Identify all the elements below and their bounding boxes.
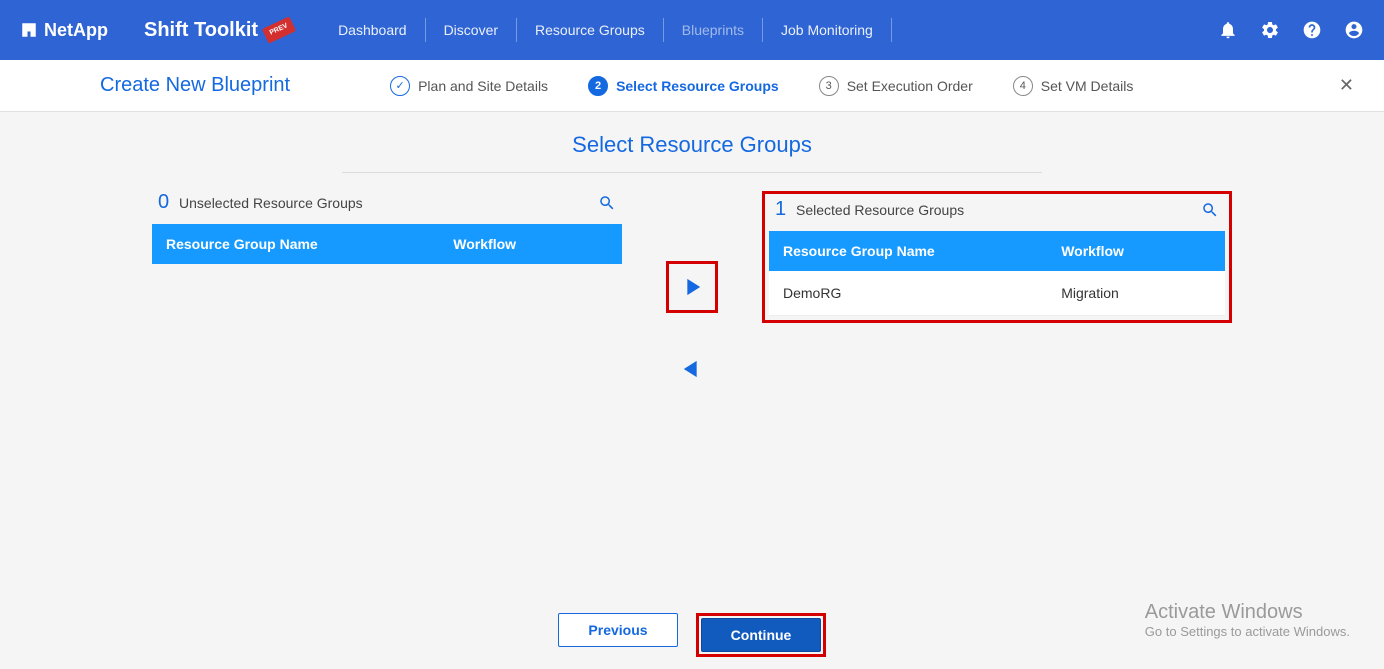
unselected-panel-header: 0 Unselected Resource Groups bbox=[152, 191, 622, 224]
search-icon[interactable] bbox=[1201, 201, 1219, 219]
col-resource-group-name: Resource Group Name bbox=[166, 236, 453, 252]
unselected-count: 0 bbox=[158, 191, 169, 213]
arrow-right-icon bbox=[678, 273, 706, 301]
wizard-steps: ✓ Plan and Site Details 2 Select Resourc… bbox=[390, 76, 1133, 96]
step-number: 4 bbox=[1013, 76, 1033, 96]
previous-button[interactable]: Previous bbox=[558, 613, 678, 647]
unselected-label: Unselected Resource Groups bbox=[179, 195, 363, 211]
step-label: Plan and Site Details bbox=[418, 78, 548, 94]
nav-resource-groups[interactable]: Resource Groups bbox=[517, 18, 664, 42]
move-left-button[interactable] bbox=[666, 343, 718, 395]
selected-panel: 1 Selected Resource Groups Resource Grou… bbox=[762, 191, 1232, 323]
divider bbox=[342, 172, 1042, 173]
selected-title: 1 Selected Resource Groups bbox=[775, 198, 964, 221]
move-right-button[interactable] bbox=[666, 261, 718, 313]
continue-button[interactable]: Continue bbox=[701, 618, 821, 652]
step-number: 3 bbox=[819, 76, 839, 96]
arrow-left-icon bbox=[678, 355, 706, 383]
toolkit-label: Shift Toolkit PREV bbox=[144, 19, 294, 42]
gear-icon[interactable] bbox=[1260, 20, 1280, 40]
nav-links: Dashboard Discover Resource Groups Bluep… bbox=[320, 0, 892, 60]
page-title: Create New Blueprint bbox=[100, 74, 290, 97]
step-select-resource-groups[interactable]: 2 Select Resource Groups bbox=[588, 76, 779, 96]
preview-badge: PREV bbox=[262, 16, 296, 43]
unselected-table-header: Resource Group Name Workflow bbox=[152, 224, 622, 264]
nav-blueprints[interactable]: Blueprints bbox=[664, 18, 763, 42]
brand-text: NetApp bbox=[44, 20, 108, 41]
watermark-subtitle: Go to Settings to activate Windows. bbox=[1145, 624, 1350, 639]
nav-job-monitoring[interactable]: Job Monitoring bbox=[763, 18, 892, 42]
search-icon[interactable] bbox=[598, 194, 616, 212]
transfer-controls bbox=[662, 191, 722, 395]
windows-watermark: Activate Windows Go to Settings to activ… bbox=[1145, 601, 1350, 639]
content: Select Resource Groups 0 Unselected Reso… bbox=[0, 112, 1384, 415]
watermark-title: Activate Windows bbox=[1145, 601, 1350, 624]
selected-count: 1 bbox=[775, 198, 786, 220]
toolkit-text: Shift Toolkit bbox=[144, 19, 258, 42]
cell-workflow: Migration bbox=[1061, 285, 1211, 301]
step-label: Set Execution Order bbox=[847, 78, 973, 94]
selected-table-header: Resource Group Name Workflow bbox=[769, 231, 1225, 271]
step-vm-details[interactable]: 4 Set VM Details bbox=[1013, 76, 1134, 96]
selected-label: Selected Resource Groups bbox=[796, 202, 964, 218]
nav-icons bbox=[1218, 20, 1364, 40]
wizard-header: Create New Blueprint ✓ Plan and Site Det… bbox=[0, 60, 1384, 112]
unselected-title: 0 Unselected Resource Groups bbox=[158, 191, 363, 214]
cell-name: DemoRG bbox=[783, 285, 1061, 301]
bell-icon[interactable] bbox=[1218, 20, 1238, 40]
nav-dashboard[interactable]: Dashboard bbox=[320, 18, 426, 42]
user-icon[interactable] bbox=[1344, 20, 1364, 40]
step-number: 2 bbox=[588, 76, 608, 96]
brand-logo: NetApp bbox=[20, 20, 108, 41]
netapp-icon bbox=[20, 21, 38, 39]
step-execution-order[interactable]: 3 Set Execution Order bbox=[819, 76, 973, 96]
top-nav: NetApp Shift Toolkit PREV Dashboard Disc… bbox=[0, 0, 1384, 60]
panels-container: 0 Unselected Resource Groups Resource Gr… bbox=[0, 191, 1384, 395]
step-plan-site[interactable]: ✓ Plan and Site Details bbox=[390, 76, 548, 96]
nav-discover[interactable]: Discover bbox=[426, 18, 517, 42]
col-resource-group-name: Resource Group Name bbox=[783, 243, 1061, 259]
col-workflow: Workflow bbox=[453, 236, 608, 252]
close-icon[interactable]: ✕ bbox=[1339, 75, 1354, 96]
selected-panel-header: 1 Selected Resource Groups bbox=[769, 198, 1225, 231]
step-label: Set VM Details bbox=[1041, 78, 1134, 94]
help-icon[interactable] bbox=[1302, 20, 1322, 40]
section-title: Select Resource Groups bbox=[0, 132, 1384, 158]
step-label: Select Resource Groups bbox=[616, 78, 779, 94]
check-icon: ✓ bbox=[390, 76, 410, 96]
continue-highlight: Continue bbox=[696, 613, 826, 657]
col-workflow: Workflow bbox=[1061, 243, 1211, 259]
table-row[interactable]: DemoRG Migration bbox=[769, 271, 1225, 316]
unselected-panel: 0 Unselected Resource Groups Resource Gr… bbox=[152, 191, 622, 264]
